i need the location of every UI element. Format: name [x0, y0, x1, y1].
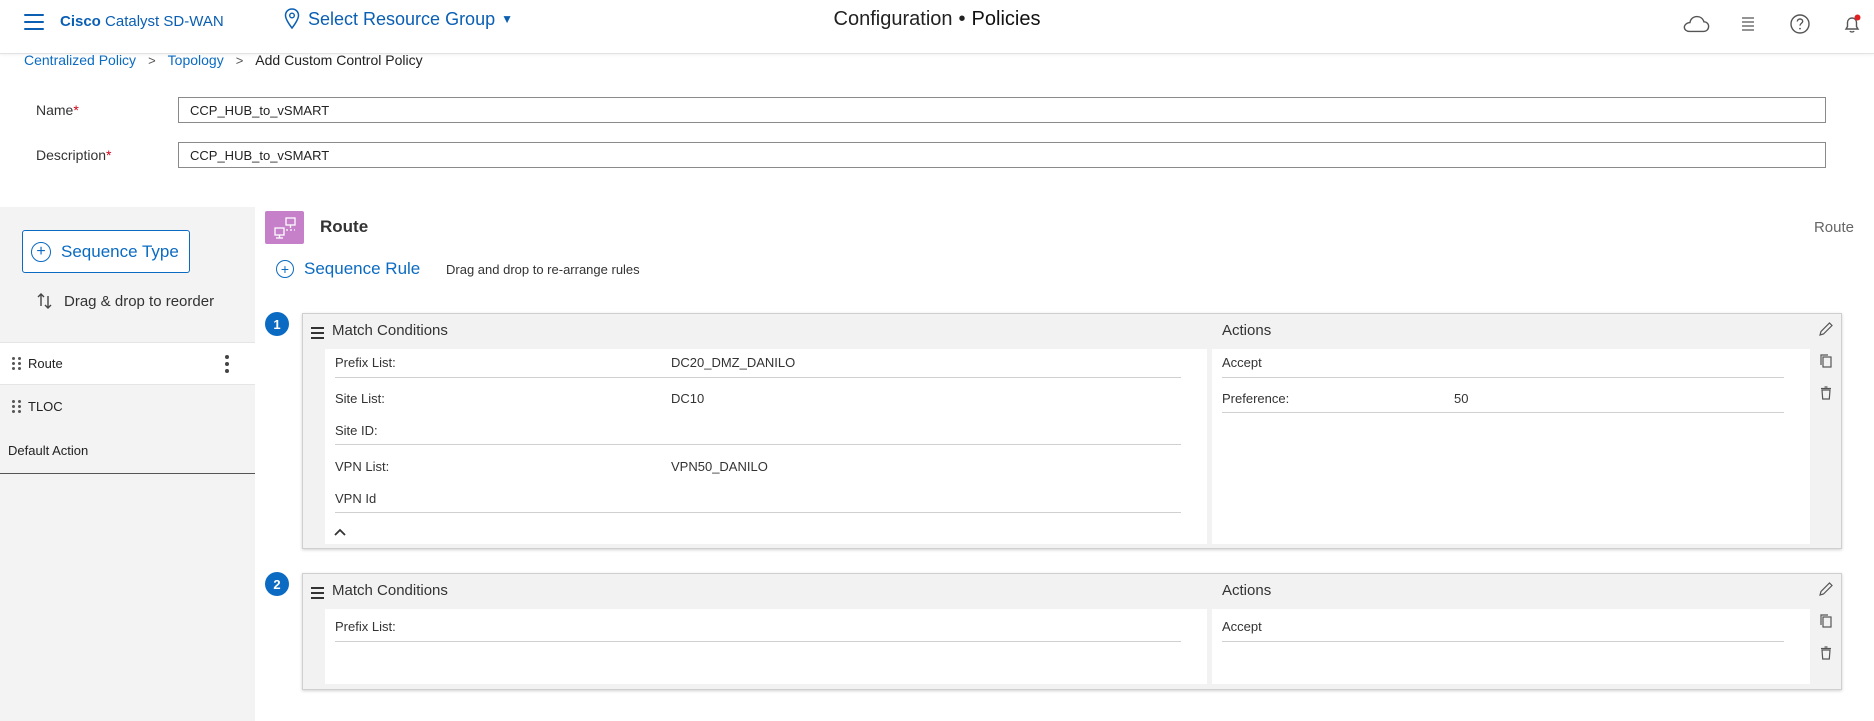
help-icon[interactable] — [1786, 10, 1814, 38]
sequence-item-label: TLOC — [28, 399, 63, 414]
section-type-label: Route — [1813, 219, 1854, 236]
sequence-type-label: Sequence Type — [61, 241, 179, 261]
menu-icon[interactable] — [24, 14, 44, 30]
match-conditions-box: Prefix List: — [325, 609, 1207, 684]
sequence-item-label: Route — [28, 356, 63, 371]
actions-header: Actions — [1222, 582, 1272, 599]
rule-card-1[interactable]: Match Conditions Actions Prefix List: DC2… — [302, 313, 1842, 549]
breadcrumb-topology[interactable]: Topology — [168, 52, 224, 68]
description-label: Description* — [36, 147, 112, 163]
header-actions — [1682, 10, 1866, 38]
sequence-type-button[interactable]: + Sequence Type — [22, 230, 190, 273]
breadcrumb: Centralized Policy > Topology > Add Cust… — [24, 52, 423, 68]
description-input[interactable] — [178, 142, 1826, 168]
action-row: Preference: 50 — [1222, 391, 1784, 413]
add-sequence-rule-button[interactable]: + Sequence Rule — [276, 259, 420, 279]
reorder-arrows-icon — [37, 293, 52, 309]
copy-icon[interactable] — [1817, 352, 1835, 370]
drag-bars-icon[interactable] — [311, 586, 324, 599]
pencil-icon[interactable] — [1817, 320, 1835, 338]
location-pin-icon — [284, 8, 300, 30]
trash-icon[interactable] — [1817, 384, 1835, 402]
drag-handle-icon[interactable] — [12, 357, 22, 370]
sequence-rule-hint: Drag and drop to re-arrange rules — [446, 262, 640, 277]
actions-header: Actions — [1222, 322, 1272, 339]
rule-number-badge: 2 — [265, 572, 289, 596]
sequence-panel-fill — [0, 475, 255, 721]
caret-down-icon: ▼ — [501, 12, 513, 26]
match-header: Match Conditions — [311, 322, 448, 339]
chevron-up-icon[interactable] — [333, 525, 347, 540]
match-row: Prefix List: — [335, 619, 1181, 642]
page-title-page: Policies — [971, 8, 1041, 30]
name-label: Name* — [36, 102, 79, 118]
action-row: Accept — [1222, 619, 1784, 642]
chevron-right-icon: > — [235, 52, 244, 68]
bell-icon[interactable] — [1838, 10, 1866, 38]
name-input[interactable] — [178, 97, 1826, 123]
rule-card-2[interactable]: Match Conditions Actions Prefix List: Ac… — [302, 573, 1842, 690]
kebab-menu-icon[interactable] — [225, 355, 229, 373]
brand-rest: Catalyst SD-WAN — [105, 13, 224, 30]
rule-tools — [1817, 320, 1835, 402]
default-action-item[interactable]: Default Action — [8, 443, 88, 458]
section-title: Route — [320, 217, 369, 236]
list-icon[interactable] — [1734, 10, 1762, 38]
sequence-item-route[interactable]: Route — [0, 342, 255, 385]
resource-group-selector[interactable]: Select Resource Group ▼ — [284, 8, 513, 30]
pencil-icon[interactable] — [1817, 580, 1835, 598]
match-header: Match Conditions — [311, 582, 448, 599]
name-row: Name* — [36, 97, 1826, 123]
page-title: Configuration • Policies — [0, 8, 1874, 31]
brand-bold: Cisco — [60, 13, 101, 30]
divider — [0, 473, 255, 474]
drag-handle-icon[interactable] — [12, 400, 22, 413]
breadcrumb-current: Add Custom Control Policy — [255, 52, 423, 68]
cloud-icon[interactable] — [1682, 10, 1710, 38]
match-row: Prefix List: DC20_DMZ_DANILO — [335, 355, 1181, 378]
match-conditions-box: Prefix List: DC20_DMZ_DANILO Site List: DC… — [325, 349, 1207, 544]
actions-box: Accept Preference: 50 — [1212, 349, 1810, 544]
title-separator: • — [958, 8, 966, 30]
plus-circle-icon: + — [31, 241, 51, 262]
top-bar: Cisco Catalyst SD-WAN Select Resource Gr… — [0, 0, 1874, 54]
breadcrumb-centralized-policy[interactable]: Centralized Policy — [24, 52, 136, 68]
match-row: VPN List: VPN50_DANILO — [335, 459, 768, 474]
sequence-rule-label: Sequence Rule — [304, 259, 421, 278]
drag-bars-icon[interactable] — [311, 326, 324, 339]
plus-circle-icon: + — [276, 260, 294, 278]
match-row: Site ID: — [335, 423, 1181, 445]
rule-tools — [1817, 580, 1835, 662]
page-title-section: Configuration — [833, 8, 953, 30]
drag-reorder-hint: Drag & drop to reorder — [36, 291, 214, 311]
match-row: Site List: DC10 — [335, 391, 705, 406]
actions-box: Accept — [1212, 609, 1810, 684]
chevron-right-icon: > — [148, 52, 156, 68]
match-row: VPN Id — [335, 491, 1181, 513]
resource-group-label: Select Resource Group — [308, 8, 496, 29]
trash-icon[interactable] — [1817, 644, 1835, 662]
sequence-item-tloc[interactable]: TLOC — [0, 385, 255, 428]
route-icon — [265, 211, 304, 244]
brand[interactable]: Cisco Catalyst SD-WAN — [60, 13, 224, 30]
copy-icon[interactable] — [1817, 612, 1835, 630]
description-row: Description* — [36, 142, 1826, 168]
action-row: Accept — [1222, 355, 1784, 378]
rule-number-badge: 1 — [265, 312, 289, 336]
